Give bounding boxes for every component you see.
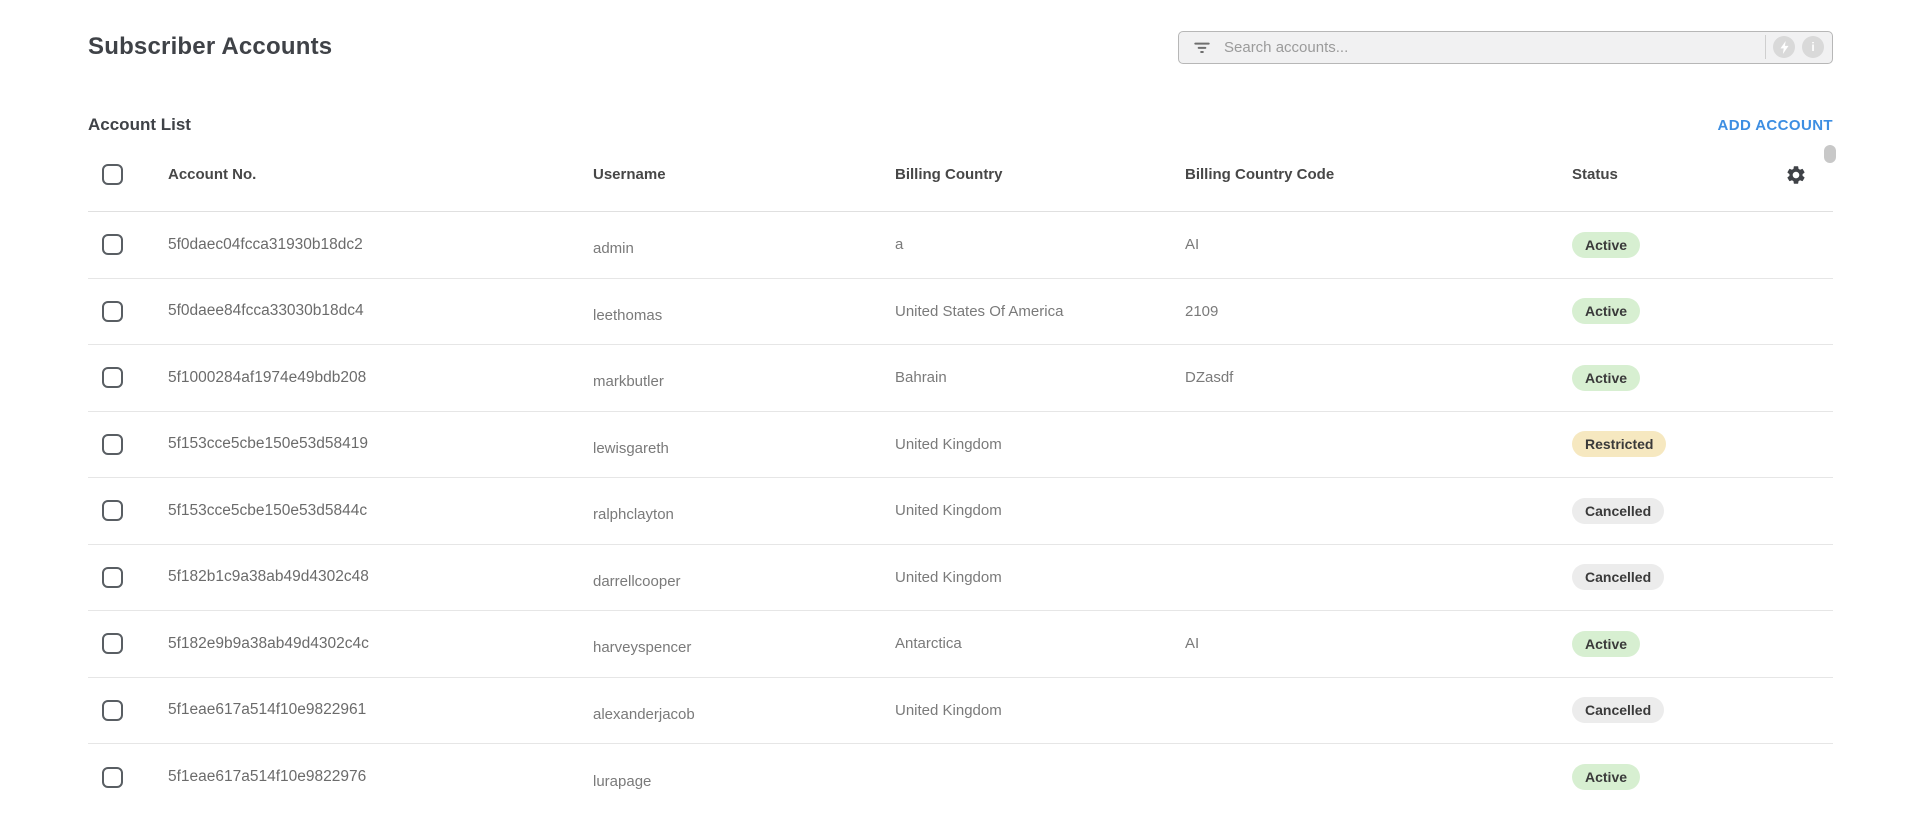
cell-account-no: 5f153cce5cbe150e53d58419 [168, 435, 593, 453]
row-checkbox[interactable] [102, 633, 123, 654]
cell-status: Active [1572, 365, 1785, 391]
cell-username: lurapage [593, 765, 895, 790]
cell-username: darrellcooper [593, 565, 895, 590]
cell-status: Active [1572, 298, 1785, 324]
table-row[interactable]: 5f153cce5cbe150e53d58419 lewisgareth Uni… [88, 412, 1833, 479]
cell-username: harveyspencer [593, 631, 895, 656]
row-checkbox[interactable] [102, 767, 123, 788]
row-checkbox-cell [88, 367, 168, 388]
table-row[interactable]: 5f182b1c9a38ab49d4302c48 darrellcooper U… [88, 545, 1833, 612]
cell-account-no: 5f1000284af1974e49bdb208 [168, 369, 593, 387]
select-all-checkbox[interactable] [102, 164, 123, 185]
row-checkbox[interactable] [102, 500, 123, 521]
cell-billing-country: a [895, 236, 1185, 253]
table-row[interactable]: 5f1eae617a514f10e9822961 alexanderjacob … [88, 678, 1833, 745]
account-list-heading: Account List [88, 115, 191, 135]
cell-username: admin [593, 232, 895, 257]
cell-billing-country: United Kingdom [895, 569, 1185, 586]
header-account-no: Account No. [168, 166, 593, 183]
table-row[interactable]: 5f153cce5cbe150e53d5844c ralphclayton Un… [88, 478, 1833, 545]
gear-icon[interactable] [1785, 164, 1807, 186]
cell-account-no: 5f1eae617a514f10e9822961 [168, 701, 593, 719]
cell-status: Cancelled [1572, 498, 1785, 524]
row-checkbox-cell [88, 434, 168, 455]
cell-billing-country-code: 2109 [1185, 303, 1572, 320]
page-title: Subscriber Accounts [88, 33, 332, 61]
search-input[interactable] [1222, 38, 1759, 57]
cell-billing-country: United Kingdom [895, 702, 1185, 719]
header-billing-country-code: Billing Country Code [1185, 166, 1572, 183]
cell-billing-country-code: AI [1185, 635, 1572, 652]
cell-account-no: 5f1eae617a514f10e9822976 [168, 768, 593, 786]
cell-billing-country: United Kingdom [895, 436, 1185, 453]
cell-username: alexanderjacob [593, 698, 895, 723]
lightning-icon[interactable] [1773, 36, 1795, 58]
row-checkbox-cell [88, 301, 168, 322]
cell-billing-country-code: DZasdf [1185, 369, 1572, 386]
row-checkbox-cell [88, 633, 168, 654]
cell-billing-country-code: AI [1185, 236, 1572, 253]
status-badge: Active [1572, 631, 1640, 657]
cell-status: Restricted [1572, 431, 1785, 457]
cell-account-no: 5f0daee84fcca33030b18dc4 [168, 302, 593, 320]
status-badge: Active [1572, 232, 1640, 258]
row-checkbox[interactable] [102, 367, 123, 388]
row-checkbox[interactable] [102, 234, 123, 255]
status-badge: Active [1572, 764, 1640, 790]
subscriber-accounts-page: Subscriber Accounts i Account List ADD A… [0, 0, 1919, 811]
cell-username: ralphclayton [593, 498, 895, 523]
cell-billing-country: Bahrain [895, 369, 1185, 386]
add-account-button[interactable]: ADD ACCOUNT [1717, 117, 1833, 134]
row-checkbox[interactable] [102, 567, 123, 588]
status-badge: Cancelled [1572, 697, 1664, 723]
status-badge: Restricted [1572, 431, 1666, 457]
cell-account-no: 5f182e9b9a38ab49d4302c4c [168, 635, 593, 653]
cell-status: Active [1572, 232, 1785, 258]
cell-billing-country: Antarctica [895, 635, 1185, 652]
table-row[interactable]: 5f182e9b9a38ab49d4302c4c harveyspencer A… [88, 611, 1833, 678]
row-checkbox-cell [88, 700, 168, 721]
vertical-scrollbar-thumb[interactable] [1824, 145, 1836, 163]
row-checkbox[interactable] [102, 434, 123, 455]
status-badge: Active [1572, 365, 1640, 391]
cell-billing-country: United States Of America [895, 303, 1185, 320]
table-row[interactable]: 5f1eae617a514f10e9822976 lurapage Active [88, 744, 1833, 811]
row-checkbox-cell [88, 767, 168, 788]
table-header-row: Account No. Username Billing Country Bil… [88, 138, 1833, 212]
search-box: i [1178, 31, 1833, 64]
cell-account-no: 5f153cce5cbe150e53d5844c [168, 502, 593, 520]
cell-status: Active [1572, 764, 1785, 790]
row-checkbox-cell [88, 500, 168, 521]
row-checkbox-cell [88, 567, 168, 588]
cell-billing-country: United Kingdom [895, 502, 1185, 519]
header-billing-country: Billing Country [895, 166, 1185, 183]
table-row[interactable]: 5f0daee84fcca33030b18dc4 leethomas Unite… [88, 279, 1833, 346]
header-status: Status [1572, 166, 1785, 183]
table-body: 5f0daec04fcca31930b18dc2 admin a AI Acti… [88, 212, 1833, 811]
cell-status: Cancelled [1572, 697, 1785, 723]
header-checkbox-cell [88, 164, 168, 185]
status-badge: Active [1572, 298, 1640, 324]
cell-account-no: 5f182b1c9a38ab49d4302c48 [168, 568, 593, 586]
search-divider [1765, 35, 1766, 59]
table-row[interactable]: 5f0daec04fcca31930b18dc2 admin a AI Acti… [88, 212, 1833, 279]
cell-username: markbutler [593, 365, 895, 390]
cell-status: Cancelled [1572, 564, 1785, 590]
table-row[interactable]: 5f1000284af1974e49bdb208 markbutler Bahr… [88, 345, 1833, 412]
info-icon[interactable]: i [1802, 36, 1824, 58]
header-settings-cell [1785, 164, 1833, 186]
filter-list-icon[interactable] [1192, 37, 1212, 57]
row-checkbox[interactable] [102, 700, 123, 721]
account-list-bar: Account List ADD ACCOUNT [88, 112, 1833, 138]
top-bar: Subscriber Accounts i [88, 0, 1833, 68]
cell-status: Active [1572, 631, 1785, 657]
cell-username: lewisgareth [593, 432, 895, 457]
row-checkbox[interactable] [102, 301, 123, 322]
cell-account-no: 5f0daec04fcca31930b18dc2 [168, 236, 593, 254]
status-badge: Cancelled [1572, 498, 1664, 524]
header-username: Username [593, 166, 895, 183]
cell-username: leethomas [593, 299, 895, 324]
status-badge: Cancelled [1572, 564, 1664, 590]
row-checkbox-cell [88, 234, 168, 255]
